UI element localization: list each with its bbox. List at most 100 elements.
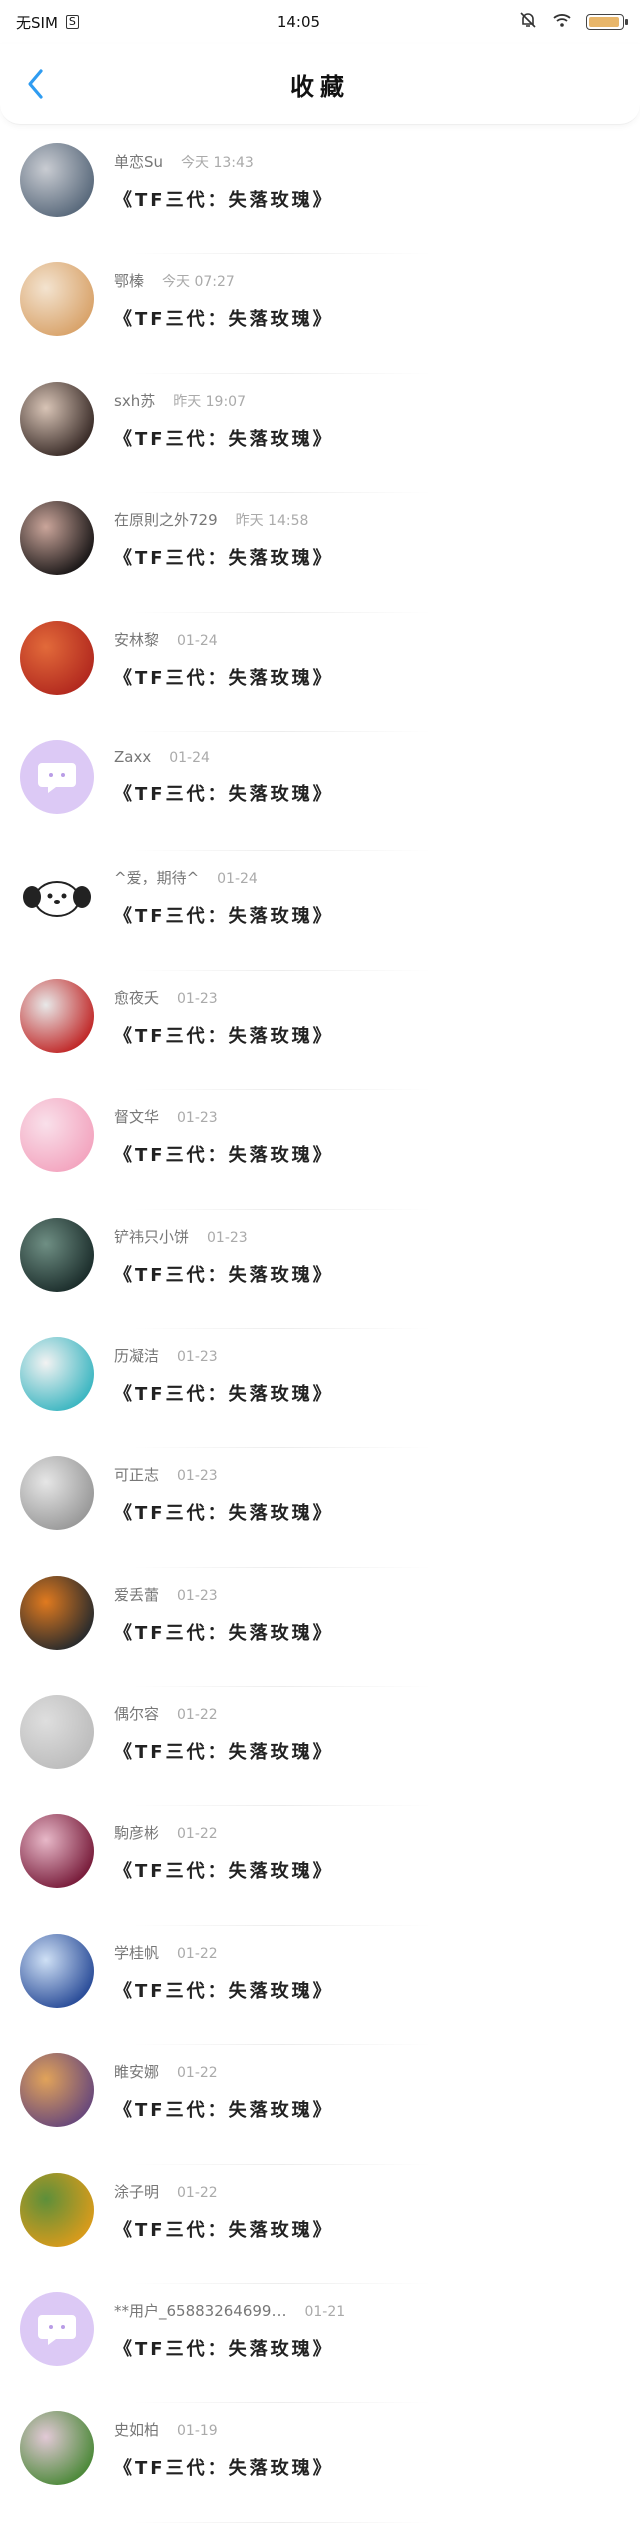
favorite-title[interactable]: 《TF三代：失落玫瑰》 xyxy=(114,1380,334,1406)
list-item[interactable]: 爱丢蕾 01-23 《TF三代：失落玫瑰》 xyxy=(0,1572,640,1691)
favorite-title[interactable]: 《TF三代：失落玫瑰》 xyxy=(114,1261,334,1287)
divider xyxy=(132,2163,432,2165)
favorite-title[interactable]: 《TF三代：失落玫瑰》 xyxy=(114,2335,345,2361)
favorite-title[interactable]: 《TF三代：失落玫瑰》 xyxy=(114,1857,334,1883)
sim-icon: S xyxy=(65,15,79,29)
divider xyxy=(132,1924,432,1926)
list-item[interactable]: 学桂帆 01-22 《TF三代：失落玫瑰》 xyxy=(0,1930,640,2049)
avatar[interactable] xyxy=(20,1814,94,1889)
avatar[interactable] xyxy=(20,859,94,934)
list-item[interactable]: 睢安娜 01-22 《TF三代：失落玫瑰》 xyxy=(0,2049,640,2168)
timestamp: 01-22 xyxy=(177,2184,218,2201)
item-meta: 安林黎 01-24 xyxy=(114,629,334,650)
list-item[interactable]: 愈夜夭 01-23 《TF三代：失落玫瑰》 xyxy=(0,975,640,1094)
avatar[interactable] xyxy=(20,739,94,814)
avatar[interactable] xyxy=(20,2053,94,2128)
list-item[interactable]: Zaxx 01-24 《TF三代：失落玫瑰》 xyxy=(0,736,640,855)
timestamp: 01-23 xyxy=(207,1229,248,1246)
divider xyxy=(132,492,432,494)
item-text: 睢安娜 01-22 《TF三代：失落玫瑰》 xyxy=(114,2053,334,2122)
page-title: 收藏 xyxy=(290,72,350,101)
favorite-title[interactable]: 《TF三代：失落玫瑰》 xyxy=(114,544,334,570)
list-item[interactable]: **用户_65883264699… 01-21 《TF三代：失落玫瑰》 xyxy=(0,2288,640,2407)
list-item[interactable]: 铲祎只小饼 01-23 《TF三代：失落玫瑰》 xyxy=(0,1214,640,1333)
avatar[interactable] xyxy=(20,978,94,1053)
timestamp: 01-24 xyxy=(169,749,210,766)
user-name[interactable]: 学桂帆 xyxy=(114,1942,159,1963)
avatar[interactable] xyxy=(20,501,94,576)
item-text: 偶尔容 01-22 《TF三代：失落玫瑰》 xyxy=(114,1695,334,1764)
avatar[interactable] xyxy=(20,262,94,337)
user-name[interactable]: Zaxx xyxy=(114,748,151,766)
item-text: 在原則之外729 昨天 14:58 《TF三代：失落玫瑰》 xyxy=(114,501,334,570)
favorite-title[interactable]: 《TF三代：失落玫瑰》 xyxy=(114,2096,334,2122)
list-item[interactable]: sxh苏 昨天 19:07 《TF三代：失落玫瑰》 xyxy=(0,378,640,497)
favorite-title[interactable]: 《TF三代：失落玫瑰》 xyxy=(114,780,334,806)
user-name[interactable]: 铲祎只小饼 xyxy=(114,1226,189,1247)
user-name[interactable]: 涂子明 xyxy=(114,2181,159,2202)
avatar[interactable] xyxy=(20,1933,94,2008)
chat-bubble-icon xyxy=(20,2292,94,2366)
user-name[interactable]: 偶尔容 xyxy=(114,1703,159,1724)
list-item[interactable]: 偶尔容 01-22 《TF三代：失落玫瑰》 xyxy=(0,1691,640,1810)
favorite-title[interactable]: 《TF三代：失落玫瑰》 xyxy=(114,902,334,928)
avatar[interactable] xyxy=(20,1098,94,1173)
favorite-title[interactable]: 《TF三代：失落玫瑰》 xyxy=(114,1022,334,1048)
divider xyxy=(132,2521,432,2523)
favorite-title[interactable]: 《TF三代：失落玫瑰》 xyxy=(114,2216,334,2242)
favorite-title[interactable]: 《TF三代：失落玫瑰》 xyxy=(114,305,334,331)
list-item[interactable]: 鄂榛 今天 07:27 《TF三代：失落玫瑰》 xyxy=(0,258,640,377)
user-name[interactable]: 单恋Su xyxy=(114,151,163,172)
user-name[interactable]: 鄂榛 xyxy=(114,270,144,291)
list-item[interactable]: 涂子明 01-22 《TF三代：失落玫瑰》 xyxy=(0,2169,640,2288)
list-item[interactable]: ^爱，期待^ 01-24 《TF三代：失落玫瑰》 xyxy=(0,855,640,974)
back-button[interactable] xyxy=(20,68,52,100)
avatar[interactable] xyxy=(20,1217,94,1292)
avatar[interactable] xyxy=(20,143,94,217)
avatar[interactable] xyxy=(20,1456,94,1531)
favorite-title[interactable]: 《TF三代：失落玫瑰》 xyxy=(114,664,334,690)
item-meta: 史如柏 01-19 xyxy=(114,2419,334,2440)
user-name[interactable]: sxh苏 xyxy=(114,390,155,411)
user-name[interactable]: 爱丢蕾 xyxy=(114,1584,159,1605)
list-item[interactable]: 单恋Su 今天 13:43 《TF三代：失落玫瑰》 xyxy=(0,139,640,258)
list-item[interactable]: 历凝洁 01-23 《TF三代：失落玫瑰》 xyxy=(0,1333,640,1452)
user-name[interactable]: 督文华 xyxy=(114,1106,159,1127)
user-name[interactable]: ^爱，期待^ xyxy=(114,867,199,888)
favorite-title[interactable]: 《TF三代：失落玫瑰》 xyxy=(114,1499,334,1525)
avatar[interactable] xyxy=(20,2172,94,2247)
user-name[interactable]: 历凝洁 xyxy=(114,1345,159,1366)
favorite-title[interactable]: 《TF三代：失落玫瑰》 xyxy=(114,186,334,212)
avatar[interactable] xyxy=(20,2411,94,2486)
list-item[interactable]: 可正志 01-23 《TF三代：失落玫瑰》 xyxy=(0,1452,640,1571)
item-text: 涂子明 01-22 《TF三代：失落玫瑰》 xyxy=(114,2173,334,2242)
user-name[interactable]: 愈夜夭 xyxy=(114,987,159,1008)
favorite-title[interactable]: 《TF三代：失落玫瑰》 xyxy=(114,1619,334,1645)
list-item[interactable]: 在原則之外729 昨天 14:58 《TF三代：失落玫瑰》 xyxy=(0,497,640,616)
avatar[interactable] xyxy=(20,620,94,695)
favorite-title[interactable]: 《TF三代：失落玫瑰》 xyxy=(114,1977,334,2003)
avatar[interactable] xyxy=(20,1575,94,1650)
favorite-title[interactable]: 《TF三代：失落玫瑰》 xyxy=(114,2454,334,2480)
timestamp: 01-23 xyxy=(177,1587,218,1604)
user-name[interactable]: 睢安娜 xyxy=(114,2061,159,2082)
list-item[interactable]: 史如柏 01-19 《TF三代：失落玫瑰》 xyxy=(0,2407,640,2526)
user-name[interactable]: 史如柏 xyxy=(114,2419,159,2440)
favorite-title[interactable]: 《TF三代：失落玫瑰》 xyxy=(114,1738,334,1764)
user-name[interactable]: 可正志 xyxy=(114,1464,159,1485)
user-name[interactable]: 駒彦彬 xyxy=(114,1822,159,1843)
list-item[interactable]: 督文华 01-23 《TF三代：失落玫瑰》 xyxy=(0,1094,640,1213)
item-meta: 历凝洁 01-23 xyxy=(114,1345,334,1366)
favorite-title[interactable]: 《TF三代：失落玫瑰》 xyxy=(114,425,334,451)
user-name[interactable]: **用户_65883264699… xyxy=(114,2300,286,2321)
user-name[interactable]: 在原則之外729 xyxy=(114,509,218,530)
item-text: 爱丢蕾 01-23 《TF三代：失落玫瑰》 xyxy=(114,1576,334,1645)
list-item[interactable]: 安林黎 01-24 《TF三代：失落玫瑰》 xyxy=(0,617,640,736)
avatar[interactable] xyxy=(20,1695,94,1770)
avatar[interactable] xyxy=(20,2292,94,2367)
avatar[interactable] xyxy=(20,1336,94,1411)
user-name[interactable]: 安林黎 xyxy=(114,629,159,650)
list-item[interactable]: 駒彦彬 01-22 《TF三代：失落玫瑰》 xyxy=(0,1810,640,1929)
avatar[interactable] xyxy=(20,381,94,456)
favorite-title[interactable]: 《TF三代：失落玫瑰》 xyxy=(114,1141,334,1167)
